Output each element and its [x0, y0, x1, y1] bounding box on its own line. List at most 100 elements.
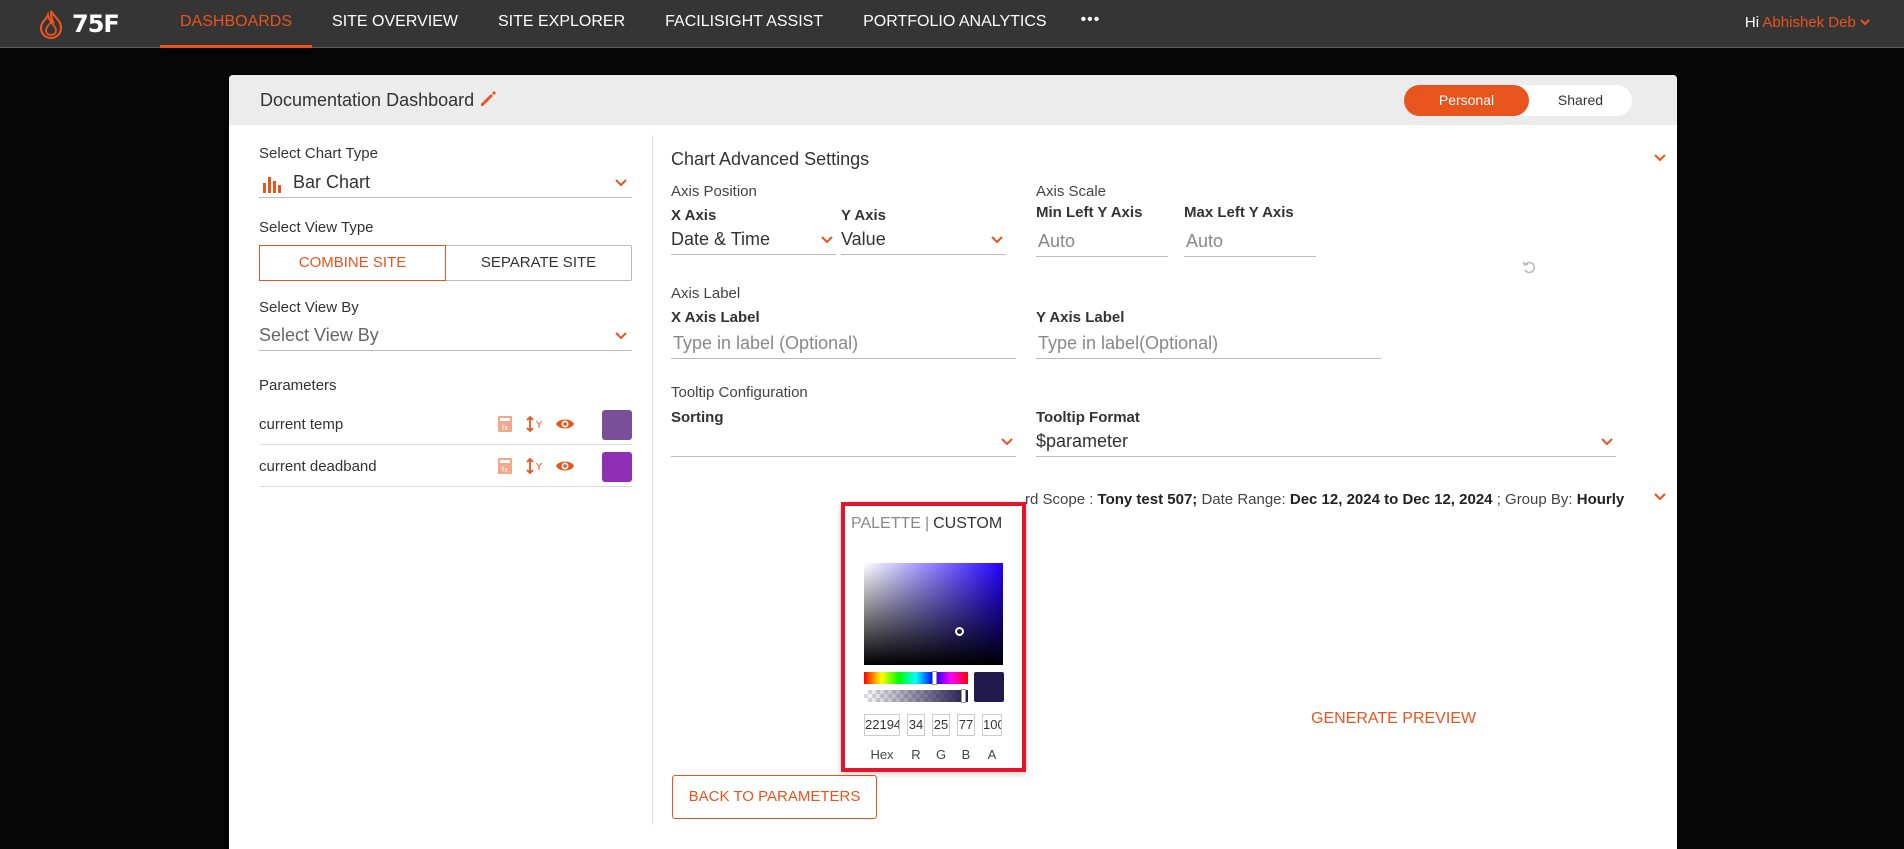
chevron-down-icon	[615, 332, 627, 340]
undo-icon[interactable]	[1521, 259, 1537, 275]
sorting-label: Sorting	[671, 409, 724, 426]
hue-slider[interactable]	[864, 671, 968, 685]
hex-input[interactable]: 22194D	[864, 714, 900, 736]
tooltip-config-label: Tooltip Configuration	[671, 384, 808, 401]
green-input[interactable]: 25	[932, 714, 950, 736]
max-left-y-label: Max Left Y Axis	[1184, 204, 1294, 221]
tooltip-format-select[interactable]: $parameter	[1036, 427, 1616, 457]
eye-icon[interactable]	[555, 414, 575, 434]
hue-handle[interactable]	[932, 671, 937, 685]
scope-prefix: rd Scope :	[1025, 491, 1094, 508]
parameters-label: Parameters	[259, 377, 337, 394]
nav-site-overview[interactable]: SITE OVERVIEW	[312, 0, 478, 48]
picker-tabs: PALETTE | CUSTOM	[851, 515, 1002, 533]
max-left-y-input[interactable]: Auto	[1184, 225, 1316, 257]
separate-site-button[interactable]: SEPARATE SITE	[446, 246, 631, 280]
nav-items: DASHBOARDS SITE OVERVIEW SITE EXPLORER F…	[160, 0, 1114, 48]
left-panel: Select Chart Type Bar Chart Select View …	[229, 125, 652, 849]
combine-site-button[interactable]: COMBINE SITE	[259, 245, 446, 281]
saturation-handle[interactable]	[955, 627, 964, 636]
logo-text: 75F	[72, 10, 120, 38]
blue-label: B	[961, 747, 971, 762]
axis-scale-label: Axis Scale	[1036, 183, 1107, 200]
modal-header: Documentation Dashboard Personal Shared	[229, 75, 1677, 125]
chart-type-value: Bar Chart	[293, 172, 371, 192]
nav-portfolio-analytics[interactable]: PORTFOLIO ANALYTICS	[843, 0, 1066, 48]
advanced-settings-title: Chart Advanced Settings	[671, 149, 870, 169]
parameter-color-swatch[interactable]	[602, 410, 632, 440]
svg-text:Y: Y	[535, 462, 543, 473]
nav-site-explorer[interactable]: SITE EXPLORER	[478, 0, 645, 48]
sort-y-icon[interactable]: Y	[525, 414, 545, 434]
user-menu[interactable]: Hi Abhishek Deb	[1745, 0, 1870, 48]
personal-shared-toggle: Personal Shared	[1404, 85, 1632, 116]
max-left-y-placeholder: Auto	[1186, 231, 1224, 251]
alpha-slider[interactable]	[864, 689, 968, 703]
chevron-down-icon[interactable]	[1653, 153, 1667, 163]
min-left-y-input[interactable]: Auto	[1036, 225, 1168, 257]
more-menu-icon[interactable]: •••	[1067, 0, 1115, 48]
x-axis-label-input[interactable]: Type in label (Optional)	[671, 327, 1016, 359]
back-to-parameters-button[interactable]: BACK TO PARAMETERS	[672, 775, 877, 819]
logo[interactable]: 75F	[36, 6, 120, 42]
chevron-down-icon	[1001, 438, 1013, 446]
eye-icon[interactable]	[555, 456, 575, 476]
tooltip-format-label: Tooltip Format	[1036, 409, 1140, 426]
calculator-icon[interactable]: fx	[495, 414, 515, 434]
svg-text:fx: fx	[502, 424, 509, 432]
blue-input[interactable]: 77	[957, 714, 975, 736]
pencil-icon[interactable]	[478, 89, 498, 109]
min-left-y-placeholder: Auto	[1038, 231, 1076, 251]
group-by-prefix: ; Group By:	[1496, 491, 1573, 508]
chevron-down-icon	[1860, 19, 1870, 26]
y-axis-value: Value	[841, 229, 886, 249]
calculator-icon[interactable]: fx	[495, 456, 515, 476]
scope-value: Tony test 507;	[1097, 491, 1198, 508]
y-axis-label-title: Y Axis Label	[1036, 309, 1125, 326]
toggle-personal[interactable]: Personal	[1404, 85, 1529, 116]
y-axis-label-input[interactable]: Type in label(Optional)	[1036, 327, 1381, 359]
greeting: Hi	[1744, 14, 1760, 31]
y-axis-select[interactable]: Value	[841, 225, 1006, 255]
view-type-label: Select View Type	[259, 219, 374, 236]
top-nav: 75F DASHBOARDS SITE OVERVIEW SITE EXPLOR…	[0, 0, 1904, 48]
nav-dashboards[interactable]: DASHBOARDS	[160, 0, 313, 48]
chevron-down-icon[interactable]	[1653, 492, 1667, 502]
view-by-select[interactable]: Select View By	[259, 321, 632, 351]
chart-type-label: Select Chart Type	[259, 145, 378, 162]
tooltip-format-value: $parameter	[1036, 431, 1129, 451]
chart-type-select[interactable]: Bar Chart	[259, 168, 632, 198]
x-axis-select[interactable]: Date & Time	[671, 225, 836, 255]
date-range-value: Dec 12, 2024 to Dec 12, 2024	[1289, 491, 1493, 508]
nav-facilisight-assist[interactable]: FACILISIGHT ASSIST	[645, 0, 843, 48]
x-axis-value: Date & Time	[671, 229, 771, 249]
sorting-select[interactable]	[671, 427, 1016, 457]
parameter-name: current temp	[259, 416, 344, 433]
right-panel: Chart Advanced Settings Axis Position X …	[653, 125, 1677, 849]
svg-text:fx: fx	[502, 466, 509, 474]
toggle-shared[interactable]: Shared	[1529, 85, 1632, 116]
view-by-label: Select View By	[259, 299, 359, 316]
alpha-handle[interactable]	[961, 689, 966, 703]
parameter-row: current temp fx Y	[259, 403, 632, 445]
tab-palette[interactable]: PALETTE	[851, 515, 921, 532]
svg-text:Y: Y	[535, 420, 543, 431]
red-input[interactable]: 34	[907, 714, 925, 736]
date-range-prefix: Date Range:	[1201, 491, 1286, 508]
modal-title: Documentation Dashboard	[260, 90, 475, 110]
alpha-input[interactable]: 100	[982, 714, 1002, 736]
alpha-label: A	[987, 747, 997, 762]
saturation-area[interactable]	[864, 563, 1003, 665]
min-left-y-label: Min Left Y Axis	[1036, 204, 1143, 221]
bar-chart-icon	[263, 177, 281, 193]
group-by-value: Hourly	[1576, 491, 1625, 508]
x-axis-label-title: X Axis Label	[671, 309, 760, 326]
chevron-down-icon	[615, 179, 627, 187]
axis-position-label: Axis Position	[671, 183, 757, 200]
parameter-color-swatch[interactable]	[602, 452, 632, 482]
tab-custom[interactable]: CUSTOM	[933, 515, 1002, 532]
x-axis-label: X Axis	[671, 207, 717, 224]
sort-y-icon[interactable]: Y	[525, 456, 545, 476]
green-label: G	[935, 747, 947, 762]
generate-preview-button[interactable]: GENERATE PREVIEW	[1311, 710, 1476, 728]
